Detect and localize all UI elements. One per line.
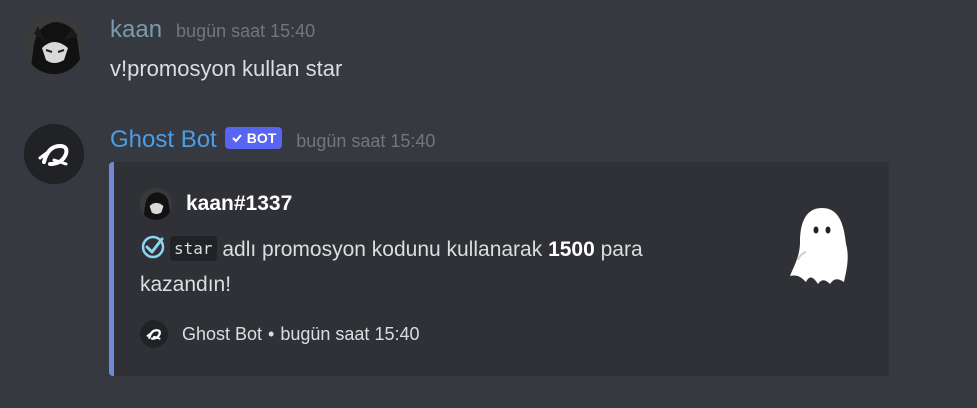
embed: kaan#1337 star adlı promosyon kodunu kul… — [109, 162, 889, 376]
bot-avatar[interactable] — [24, 124, 84, 184]
message-header: Ghost Bot BOT bugün saat 15:40 — [110, 126, 435, 154]
bot-badge: BOT — [224, 127, 283, 149]
timestamp: bugün saat 15:40 — [176, 21, 316, 41]
check-circle-icon — [140, 234, 166, 269]
bot-badge-label: BOT — [246, 130, 277, 146]
footer-separator: • — [268, 323, 275, 344]
reward-amount: 1500 — [548, 238, 595, 261]
timestamp: bugün saat 15:40 — [296, 131, 436, 151]
footer-name: Ghost Bot — [182, 323, 263, 344]
anime-character-avatar-icon — [24, 14, 84, 74]
anime-character-avatar-icon — [140, 188, 172, 220]
desc-text-3: kazandın! — [140, 273, 232, 296]
embed-author-name[interactable]: kaan#1337 — [186, 192, 292, 216]
embed-author-avatar — [140, 188, 172, 220]
ghost-bot-logo-icon — [140, 320, 168, 348]
embed-author: kaan#1337 — [140, 188, 292, 220]
embed-description: star adlı promosyon kodunu kullanarak 15… — [140, 234, 750, 300]
message-content: v!promosyon kullan star — [110, 56, 343, 81]
desc-text-2: para — [594, 238, 643, 261]
embed-footer: Ghost Bot • bugün saat 15:40 — [140, 320, 419, 348]
desc-text-1: adlı promosyon kodunu kullanarak — [216, 238, 549, 261]
ghost-bot-logo-icon — [24, 124, 84, 184]
username[interactable]: kaan — [110, 16, 162, 44]
message-kaan: kaan bugün saat 15:40 v!promosyon kullan… — [0, 0, 977, 110]
ghost-icon — [790, 208, 848, 284]
embed-thumbnail[interactable] — [786, 202, 858, 292]
footer-avatar — [140, 320, 168, 348]
user-avatar[interactable] — [24, 14, 84, 74]
checkmark-icon — [232, 134, 242, 143]
bot-username[interactable]: Ghost Bot — [110, 126, 217, 154]
footer-timestamp: bugün saat 15:40 — [280, 323, 420, 344]
message-header: kaan bugün saat 15:40 — [110, 16, 315, 44]
promo-code: star — [170, 236, 217, 261]
